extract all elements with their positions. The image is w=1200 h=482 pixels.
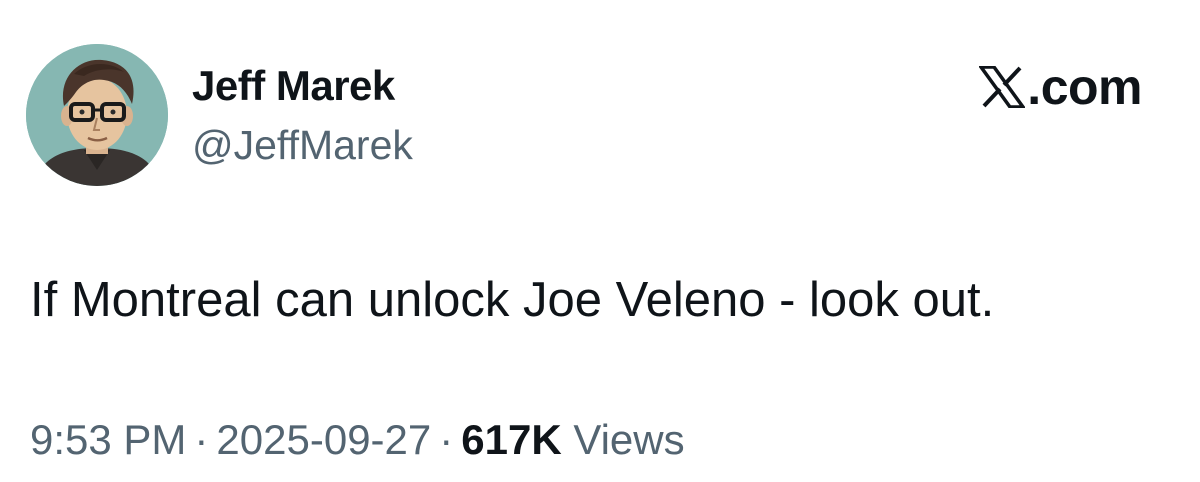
views-label: Views xyxy=(573,416,685,463)
tweet-meta: 9:53 PM · 2025-09-27 · 617K Views xyxy=(30,416,685,464)
views-count: 617K xyxy=(461,416,562,463)
brand: .com xyxy=(979,58,1142,116)
author-handle[interactable]: @JeffMarek xyxy=(192,122,413,169)
tweet-text: If Montreal can unlock Joe Veleno - look… xyxy=(30,273,995,327)
tweet-time[interactable]: 9:53 PM xyxy=(30,416,186,463)
brand-label: .com xyxy=(1027,59,1142,115)
tweet-date[interactable]: 2025-09-27 xyxy=(216,416,431,463)
author-display-name[interactable]: Jeff Marek xyxy=(192,62,395,110)
x-logo-icon xyxy=(979,66,1026,108)
meta-separator: · xyxy=(439,416,454,463)
meta-separator: · xyxy=(194,416,209,463)
cartoon-portrait-avatar-icon xyxy=(26,44,168,186)
avatar[interactable] xyxy=(26,44,168,186)
